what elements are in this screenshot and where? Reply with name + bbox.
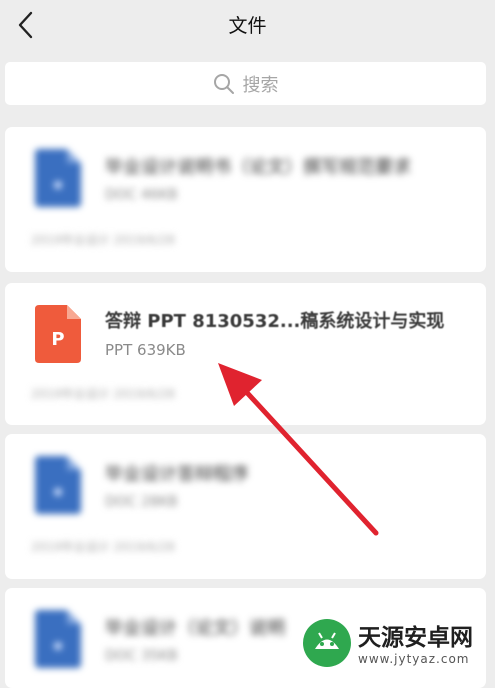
search-placeholder: 搜索 <box>242 74 279 96</box>
watermark-name: 天源安卓网 <box>358 625 473 651</box>
file-meta: PPT 639KB <box>105 341 186 359</box>
doc-file-icon <box>35 149 81 207</box>
file-meta: DOC 28KB <box>105 494 178 510</box>
page-title: 文件 <box>228 15 267 37</box>
search-bar[interactable]: 搜索 <box>5 62 486 105</box>
file-footer: 2019毕业设计 2019/6/28 <box>31 387 175 401</box>
watermark-logo-icon <box>300 616 354 670</box>
file-footer: 2019毕业设计 2019/6/28 <box>31 540 175 554</box>
file-meta: DOC 35KB <box>105 648 178 664</box>
file-title: 毕业设计说明书（论文）撰写规范要求 <box>105 157 411 178</box>
file-item[interactable]: 毕业设计说明书（论文）撰写规范要求 DOC 46KB 2019毕业设计 2019… <box>5 127 486 272</box>
file-title: 毕业设计（论文）说明 <box>105 618 285 639</box>
search-icon <box>213 73 234 94</box>
file-item-ppt[interactable]: P 答辩 PPT 8130532...稿系统设计与实现 PPT 639KB 20… <box>5 283 486 425</box>
file-footer: 2019毕业设计 2019/6/28 <box>31 233 175 247</box>
nav-header: 文件 <box>0 0 495 50</box>
ppt-icon-letter: P <box>51 329 65 350</box>
doc-file-icon <box>35 456 81 514</box>
file-item[interactable]: 毕业设计答辩程序 DOC 28KB 2019毕业设计 2019/6/28 <box>5 434 486 579</box>
file-title: 毕业设计答辩程序 <box>105 464 249 485</box>
doc-file-icon <box>35 610 81 668</box>
watermark: 天源安卓网 www.jytyaz.com <box>296 612 495 674</box>
file-meta: DOC 46KB <box>105 187 178 203</box>
file-title: 答辩 PPT 8130532...稿系统设计与实现 <box>105 311 445 332</box>
watermark-url: www.jytyaz.com <box>358 652 470 666</box>
